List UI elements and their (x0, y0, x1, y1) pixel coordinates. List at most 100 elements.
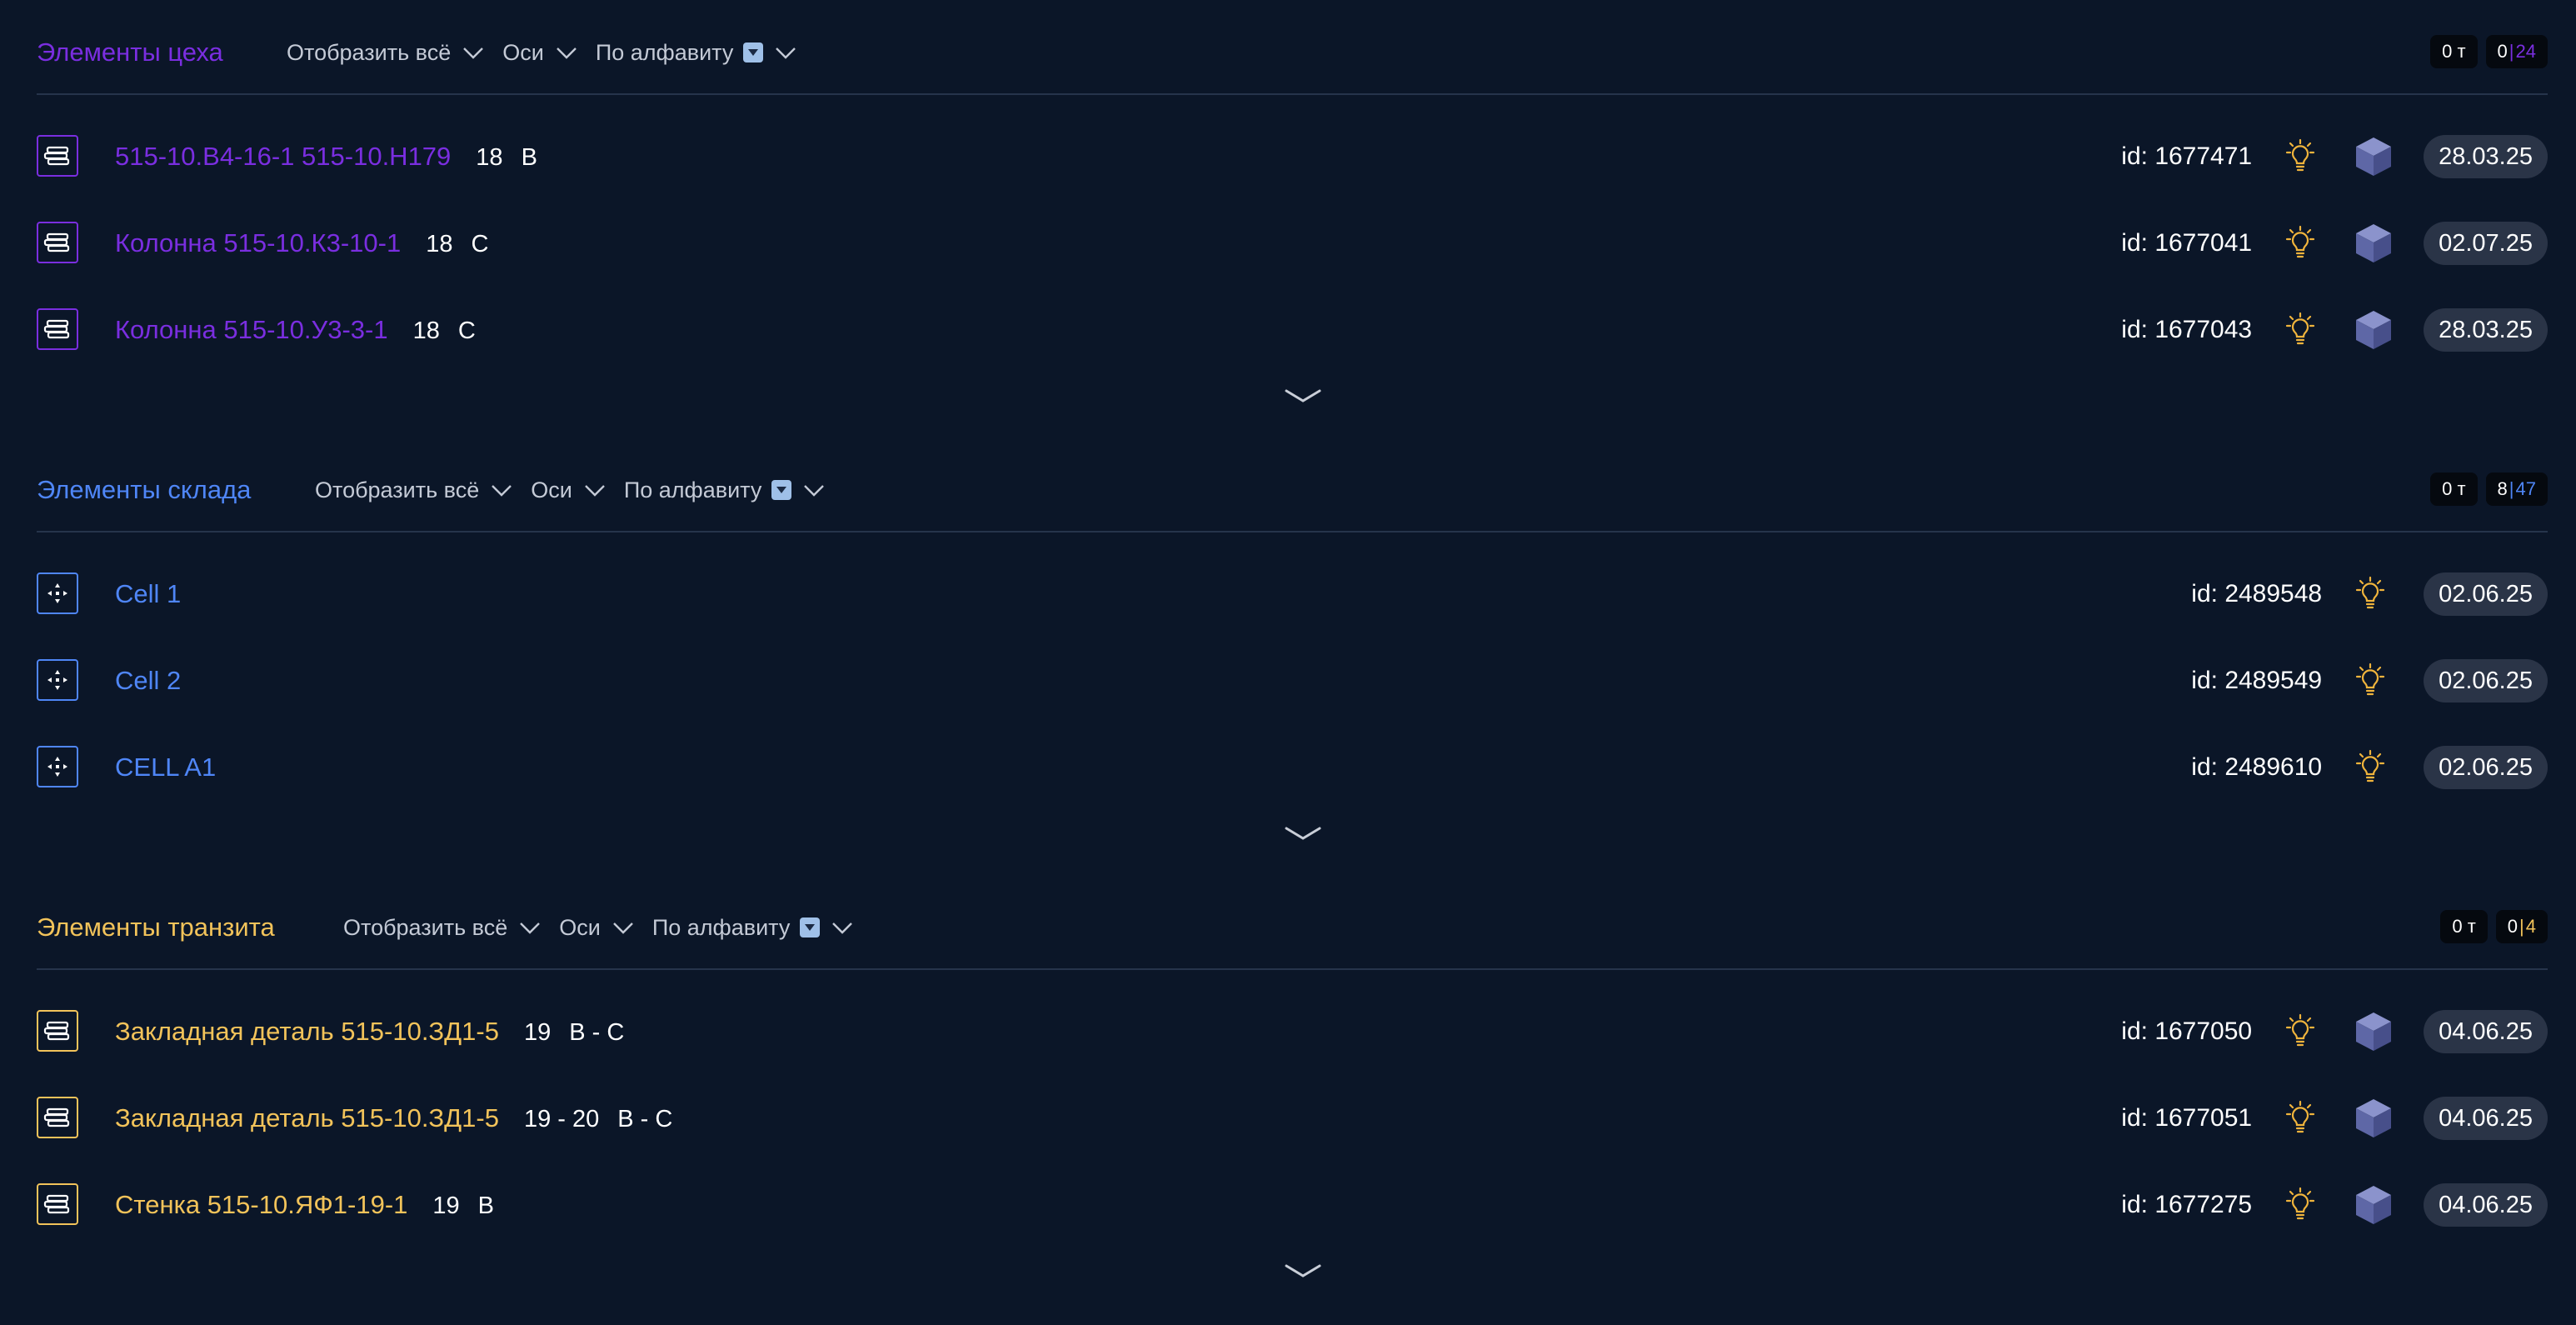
axes-dropdown[interactable]: Оси (559, 915, 634, 941)
item-name[interactable]: Закладная деталь 515-10.ЗД1-5 (115, 1017, 499, 1046)
expand-chevron-icon[interactable] (1283, 1262, 1323, 1280)
item-id: id: 2489548 (2191, 580, 2323, 608)
list-item[interactable]: Cell 2 id: 2489549 02.06.25 (37, 648, 2548, 714)
item-axes (241, 755, 277, 782)
section-title[interactable]: Элементы транзита (37, 908, 275, 947)
axis-letter: В - С (569, 1019, 625, 1046)
item-axes: 18 С (426, 231, 507, 258)
list-item[interactable]: Колонна 515-10.У3-3-1 18 С id: 1677043 28.… (37, 297, 2548, 363)
lightbulb-icon[interactable] (2282, 1187, 2319, 1223)
3d-model-icon[interactable] (2354, 1010, 2394, 1053)
cell-icon (37, 572, 78, 614)
item-name[interactable]: CELL A1 (115, 752, 216, 782)
stack-icon (37, 308, 78, 350)
sort-dropdown[interactable]: По алфавиту (596, 40, 797, 66)
item-title-line: Cell 1 (115, 576, 242, 613)
item-name[interactable]: Колонна 515-10.К3-10-1 (115, 228, 401, 258)
sort-label: По алфавиту (623, 477, 762, 502)
section-divider (37, 531, 2548, 532)
item-id: id: 1677051 (2121, 1104, 2253, 1132)
list-item[interactable]: CELL A1 id: 2489610 02.06.25 (37, 734, 2548, 801)
axis-number: 19 (523, 1019, 552, 1046)
chevron-down-icon (584, 485, 605, 497)
list-item[interactable]: Cell 1 id: 2489548 02.06.25 (37, 561, 2548, 628)
lightbulb-icon[interactable] (2282, 1013, 2319, 1050)
section-title[interactable]: Элементы цеха (37, 33, 223, 72)
item-actions: id: 1677471 28.03.25 (2121, 135, 2548, 178)
3d-model-icon[interactable] (2354, 1097, 2394, 1140)
sort-direction-icon[interactable] (771, 480, 792, 500)
date-badge: 04.06.25 (2424, 1010, 2548, 1053)
item-name[interactable]: Закладная деталь 515-10.ЗД1-5 (115, 1103, 499, 1132)
lightbulb-icon[interactable] (2282, 1100, 2319, 1137)
date-badge: 28.03.25 (2424, 308, 2548, 352)
show-all-label: Отобразить всё (287, 39, 452, 65)
item-id: id: 1677471 (2121, 142, 2253, 170)
lightbulb-icon[interactable] (2352, 749, 2389, 786)
show-all-label: Отобразить всё (315, 477, 480, 502)
show-all-dropdown[interactable]: Отобразить всё (315, 478, 512, 503)
sort-label: По алфавиту (651, 914, 791, 940)
3d-model-icon[interactable] (2354, 135, 2394, 178)
item-name[interactable]: Колонна 515-10.У3-3-1 (115, 315, 388, 344)
chevron-down-icon (520, 922, 541, 934)
item-name[interactable]: 515-10.В4-16-1 515-10.Н179 (115, 142, 451, 171)
item-actions: id: 2489548 02.06.25 (2191, 572, 2548, 616)
item-actions: id: 1677051 04.06.25 (2121, 1097, 2548, 1140)
item-actions: id: 1677041 02.07.25 (2121, 222, 2548, 265)
lightbulb-icon[interactable] (2282, 138, 2319, 175)
item-name[interactable]: Cell 1 (115, 579, 181, 608)
expand-chevron-icon[interactable] (1283, 824, 1323, 842)
count-separator: | (2519, 916, 2524, 937)
lightbulb-icon[interactable] (2352, 576, 2389, 612)
item-actions: id: 2489610 02.06.25 (2191, 746, 2548, 789)
list-item[interactable]: Колонна 515-10.К3-10-1 18 С id: 1677041 02… (37, 210, 2548, 277)
item-id: id: 2489610 (2191, 753, 2323, 781)
list-item[interactable]: Стенка 515-10.ЯФ1-19-1 19 В id: 1677275 04… (37, 1172, 2548, 1238)
3d-model-icon[interactable] (2354, 308, 2394, 352)
axes-dropdown[interactable]: Оси (531, 478, 606, 503)
item-id: id: 1677050 (2121, 1018, 2253, 1045)
list-item[interactable]: Закладная деталь 515-10.ЗД1-5 19 В - С id:… (37, 998, 2548, 1065)
section-controls: Отобразить всё Оси По алфавиту (315, 472, 843, 508)
sort-direction-icon[interactable] (743, 42, 764, 62)
item-actions: id: 1677275 04.06.25 (2121, 1183, 2548, 1227)
lightbulb-icon[interactable] (2352, 662, 2389, 699)
cell-icon (37, 746, 78, 788)
section-counters: 0 т 8|47 (2422, 472, 2548, 506)
item-name[interactable]: Cell 2 (115, 666, 181, 695)
count-badge: 0|4 (2495, 910, 2548, 943)
sort-direction-icon[interactable] (800, 918, 821, 938)
axes-dropdown[interactable]: Оси (502, 40, 577, 66)
item-actions: id: 1677050 04.06.25 (2121, 1010, 2548, 1053)
3d-model-icon[interactable] (2354, 1183, 2394, 1227)
section-header: Элементы склада Отобразить всё Оси По ал… (37, 454, 2548, 526)
section-title[interactable]: Элементы склада (37, 471, 251, 509)
lightbulb-icon[interactable] (2282, 312, 2319, 348)
count-total: 24 (2515, 41, 2536, 62)
item-title-line: 515-10.В4-16-1 515-10.Н179 18 В (115, 138, 556, 176)
sort-dropdown[interactable]: По алфавиту (652, 915, 854, 941)
item-name[interactable]: Стенка 515-10.ЯФ1-19-1 (115, 1190, 407, 1219)
chevron-down-icon (804, 485, 825, 497)
lightbulb-icon[interactable] (2282, 225, 2319, 262)
axis-letter: В (521, 144, 537, 171)
show-all-dropdown[interactable]: Отобразить всё (343, 915, 541, 941)
date-badge: 28.03.25 (2424, 135, 2548, 178)
item-title-line: CELL A1 (115, 749, 277, 787)
sort-dropdown[interactable]: По алфавиту (624, 478, 826, 503)
axis-number: 18 (412, 318, 440, 344)
chevron-down-icon (776, 48, 796, 59)
count-total: 4 (2525, 916, 2536, 937)
list-item[interactable]: Закладная деталь 515-10.ЗД1-5 19 - 20 В - … (37, 1085, 2548, 1152)
count-badge: 8|47 (2485, 472, 2548, 506)
3d-model-icon[interactable] (2354, 222, 2394, 265)
sort-label: По алфавиту (595, 39, 734, 65)
list-item[interactable]: 515-10.В4-16-1 515-10.Н179 18 В id: 167747… (37, 123, 2548, 190)
expand-chevron-icon[interactable] (1283, 387, 1323, 405)
count-current: 0 (2507, 916, 2519, 937)
axis-letter: В (477, 1192, 495, 1219)
date-badge: 02.07.25 (2424, 222, 2548, 265)
show-all-dropdown[interactable]: Отобразить всё (287, 40, 484, 66)
count-separator: | (2509, 478, 2514, 499)
